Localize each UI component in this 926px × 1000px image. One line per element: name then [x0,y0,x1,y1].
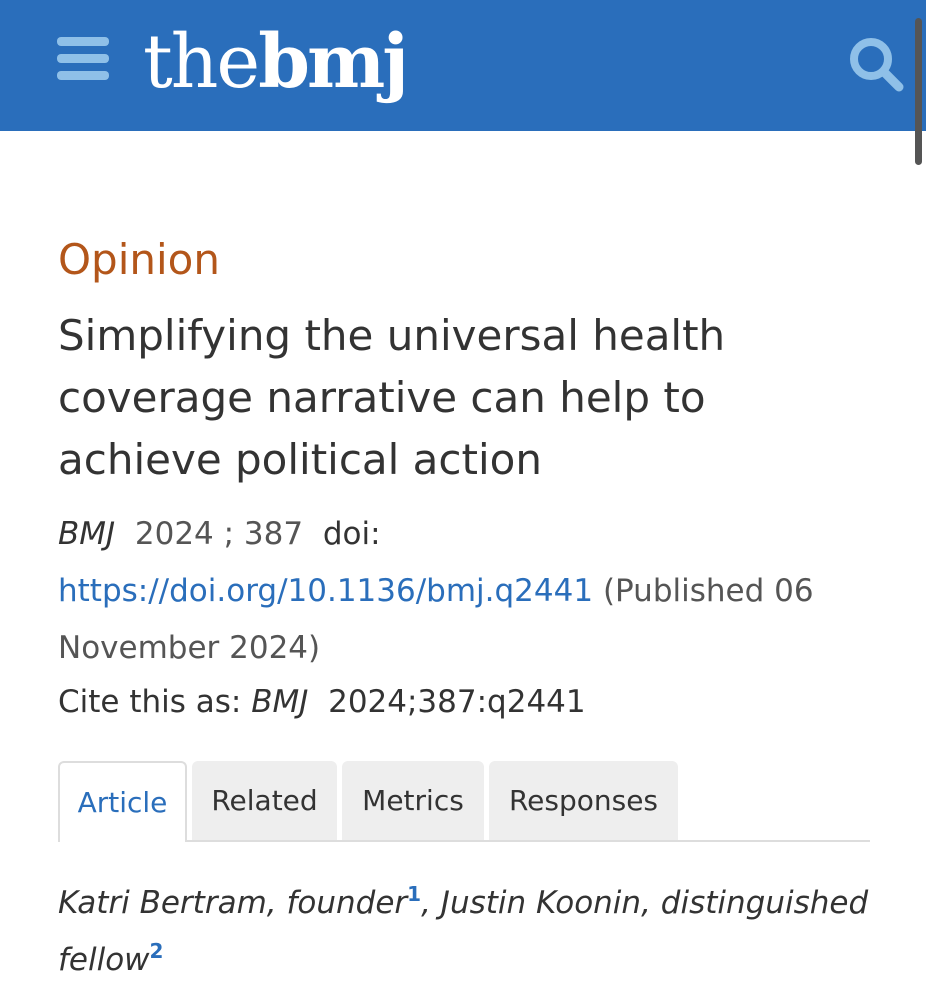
cite-as-ref: 2024;387:q2441 [328,684,586,720]
search-icon[interactable] [846,34,906,94]
journal-name: BMJ [58,516,116,552]
logo-bmj: bmj [258,19,409,105]
tab-metrics[interactable]: Metrics [342,761,484,840]
author-affiliation-ref[interactable]: 2 [150,939,164,963]
doi-link[interactable]: https://doi.org/10.1136/bmj.q2441 [58,573,593,609]
citation-line: BMJ 2024 ; 387 doi: https://doi.org/10.1… [58,506,870,677]
tab-article[interactable]: Article [58,761,187,842]
site-header: thebmj [0,0,926,131]
author-name[interactable]: Katri Bertram, founder [58,885,407,921]
cite-as-label: Cite this as: [58,684,242,720]
article-tabs: Article Related Metrics Responses [58,761,870,842]
doi-label: doi: [322,516,381,552]
tab-related[interactable]: Related [192,761,337,840]
author-list: Katri Bertram, founder1, Justin Koonin, … [58,882,869,978]
article-title: Simplifying the universal health coverag… [58,311,726,484]
cite-as-journal: BMJ [251,684,309,720]
year-volume: 2024 ; 387 [134,516,304,552]
tab-responses[interactable]: Responses [489,761,678,840]
article-type-label[interactable]: Opinion [58,232,220,288]
author-affiliation-ref[interactable]: 1 [407,882,421,906]
logo-the: the [143,19,260,105]
page-scrollbar[interactable] [915,18,922,165]
hamburger-menu-icon[interactable] [57,37,109,81]
cite-as-line: Cite this as: BMJ 2024;387:q2441 [58,674,586,731]
bmj-logo[interactable]: thebmj [143,12,409,112]
